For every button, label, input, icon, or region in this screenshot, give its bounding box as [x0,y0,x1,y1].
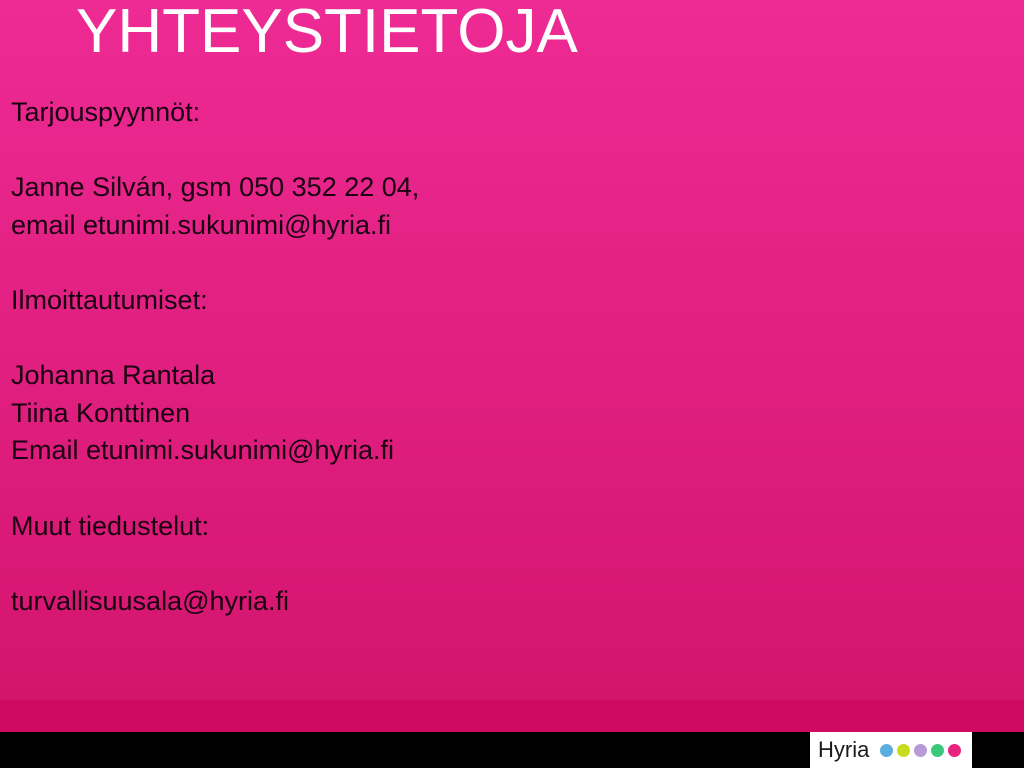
slide-title: YHTEYSTIETOJA [76,0,578,66]
blue-dot-icon [880,744,893,757]
contact-info-text: Tarjouspyynnöt: Janne Silván, gsm 050 35… [11,94,791,620]
text-line [11,320,791,358]
lilac-dot-icon [914,744,927,757]
green-dot-icon [931,744,944,757]
text-line [11,545,791,583]
bottom-band [0,700,1024,732]
text-line [11,132,791,170]
text-line: Tarjouspyynnöt: [11,97,201,127]
text-line: Muut tiedustelut: [11,510,210,541]
text-line: turvallisuusala@hyria.fi [11,585,290,616]
text-line: Ilmoittautumiset: [11,284,208,315]
lime-dot-icon [897,744,910,757]
logo-dots [880,744,961,757]
text-line: email etunimi.sukunimi@hyria.fi [11,209,392,240]
text-line: Johanna Rantala [11,360,216,391]
text-line: Janne Silván, gsm 050 352 22 04, [11,172,420,203]
text-line [11,470,791,508]
slide: YHTEYSTIETOJA Tarjouspyynnöt: Janne Silv… [0,0,1024,768]
hyria-logo: Hyria [810,732,972,768]
text-line: Tiina Konttinen [11,397,191,428]
text-line: Email etunimi.sukunimi@hyria.fi [11,435,395,466]
footer-bar: Hyria [0,732,1024,768]
logo-text: Hyria [818,737,870,762]
text-line [11,244,791,282]
pink-dot-icon [948,744,961,757]
